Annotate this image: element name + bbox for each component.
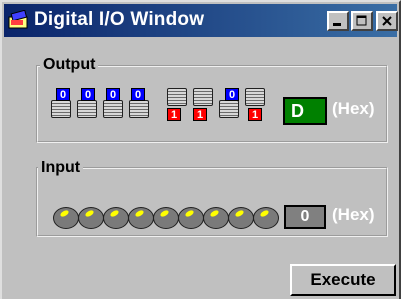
bit-value: 1	[193, 108, 207, 121]
bit-value: 1	[167, 108, 181, 121]
output-bit-1[interactable]: 0	[219, 88, 239, 118]
digital-io-window: Digital I/O Window Output 0 0 0 0 1 1 0 …	[0, 0, 401, 299]
input-led	[128, 207, 154, 229]
execute-button[interactable]: Execute	[290, 264, 396, 296]
minimize-button[interactable]	[327, 11, 349, 31]
close-icon	[382, 16, 392, 26]
bit-value: 0	[131, 88, 145, 101]
bit-value: 0	[106, 88, 120, 101]
input-led	[178, 207, 204, 229]
output-bit-0[interactable]: 1	[245, 88, 265, 121]
input-led	[253, 207, 279, 229]
close-button[interactable]	[376, 11, 398, 31]
bit-stack	[219, 100, 239, 118]
output-bit-5[interactable]: 0	[103, 88, 123, 118]
output-bit-4[interactable]: 0	[129, 88, 149, 118]
app-icon	[8, 10, 28, 29]
input-led	[153, 207, 179, 229]
output-bit-3[interactable]: 1	[167, 88, 187, 121]
bit-value: 0	[81, 88, 95, 101]
input-led	[103, 207, 129, 229]
bit-value: 0	[225, 88, 239, 101]
bit-value: 0	[56, 88, 70, 101]
output-bit-6[interactable]: 0	[77, 88, 97, 118]
bit-stack	[103, 100, 123, 118]
bit-stack	[193, 88, 213, 106]
bit-value: 1	[248, 108, 262, 121]
minimize-icon	[333, 23, 341, 26]
input-hex-label: (Hex)	[332, 205, 375, 224]
bit-stack	[77, 100, 97, 118]
output-hex-label: (Hex)	[332, 99, 375, 118]
input-led	[53, 207, 79, 229]
bit-stack	[51, 100, 71, 118]
input-led	[228, 207, 254, 229]
bit-stack	[167, 88, 187, 106]
output-hex-value: D	[283, 97, 327, 125]
maximize-icon	[356, 15, 367, 26]
output-bit-2[interactable]: 1	[193, 88, 213, 121]
window-title: Digital I/O Window	[34, 9, 205, 30]
input-led	[203, 207, 229, 229]
output-bit-7[interactable]: 0	[51, 88, 71, 118]
input-led	[78, 207, 104, 229]
maximize-button[interactable]	[351, 11, 373, 31]
bit-stack	[129, 100, 149, 118]
bit-stack	[245, 88, 265, 106]
title-bar[interactable]: Digital I/O Window	[4, 4, 398, 37]
input-hex-value: 0	[284, 205, 326, 229]
output-label: Output	[40, 56, 99, 74]
input-label: Input	[38, 159, 84, 177]
